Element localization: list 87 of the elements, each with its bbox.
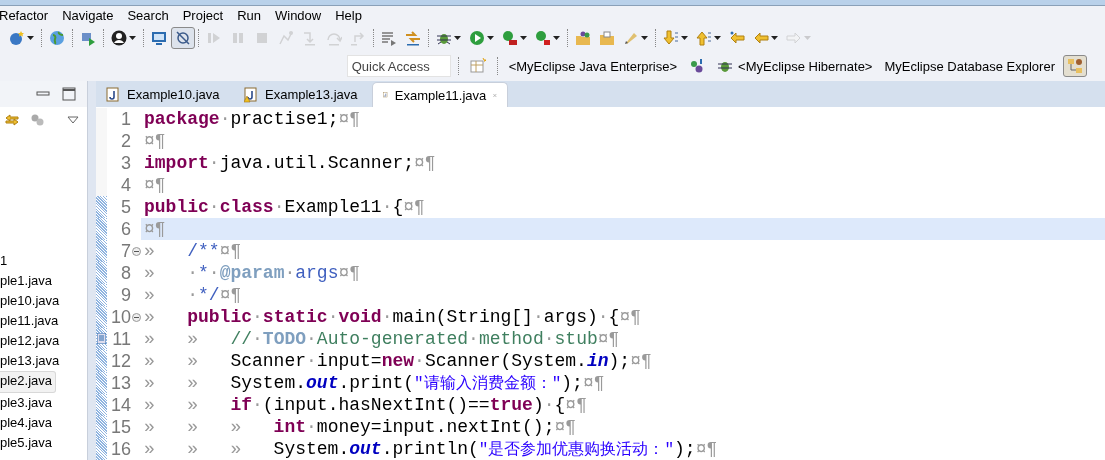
tree-item[interactable]: ple1.java: [0, 271, 56, 291]
lines-icon: [381, 30, 397, 46]
step-return-icon: [350, 30, 366, 46]
link-editor-icon: [4, 112, 20, 128]
menu-item[interactable]: Run: [237, 8, 261, 23]
code-line: » ·*·@param·args¤¶: [143, 262, 362, 284]
tree-item[interactable]: ple13.java: [0, 351, 63, 371]
editor-tab[interactable]: Example11.java: [372, 82, 508, 107]
caret-icon: [454, 36, 461, 40]
tree-item[interactable]: ple3.java: [0, 393, 56, 413]
caret-icon: [771, 36, 778, 40]
menu-item[interactable]: Navigate: [62, 8, 114, 23]
server-icon: [535, 30, 551, 46]
java-file-icon: [106, 86, 120, 103]
code-line: » ·*/¤¶: [143, 284, 243, 306]
run-icon: [469, 30, 485, 46]
circles-icon: [30, 112, 46, 128]
code-line: » public·static·void·main(String[]·args)·{¤¶: [143, 306, 642, 328]
forward-arrow-icon: [786, 30, 802, 46]
tree-item[interactable]: ple4.java: [0, 413, 56, 433]
database-explorer-icon: [1067, 58, 1083, 74]
collapse-icon[interactable]: [131, 246, 141, 256]
tree-item[interactable]: 1: [0, 251, 11, 271]
caret-icon: [714, 36, 721, 40]
editor-tab[interactable]: Example13.java: [234, 82, 372, 107]
pause-icon: [230, 30, 246, 46]
code-line: » /**¤¶: [143, 240, 243, 262]
tree-item[interactable]: ple11.java: [0, 311, 62, 331]
tree-item[interactable]: ple5.java: [0, 433, 56, 453]
code-line: package·practise1;¤¶: [143, 108, 362, 130]
skip-breakpoints-icon: [175, 30, 191, 46]
tree-item[interactable]: ple12.java: [0, 331, 63, 351]
folder-icon: [599, 30, 615, 46]
caret-icon: [804, 36, 811, 40]
code-line: import·java.util.Scanner;¤¶: [143, 152, 437, 174]
code-line: » » System.out.print("请输入消费金额：");¤¶: [143, 372, 606, 394]
menu-item[interactable]: Window: [275, 8, 322, 23]
code-line: ¤¶: [143, 130, 167, 152]
resume-icon: [206, 30, 222, 46]
caret-icon: [520, 36, 527, 40]
perspective-button[interactable]: MyEclipse Database Explorer: [880, 55, 1059, 77]
perspective-button[interactable]: <MyEclipse Hibernate>: [713, 55, 877, 77]
person-icon: [111, 30, 127, 46]
back-arrow-icon: [729, 30, 745, 46]
caret-icon: [487, 36, 494, 40]
code-line: » » if·(input.hasNextInt()==true)·{¤¶: [143, 394, 588, 416]
new-wizard-icon: [9, 30, 25, 46]
tree-item[interactable]: ple10.java: [0, 291, 63, 311]
step-over-icon: [326, 30, 342, 46]
caret-icon: [129, 36, 136, 40]
quick-access-field[interactable]: Quick Access: [346, 55, 451, 77]
code-line: public·class·Example11·{¤¶: [143, 196, 426, 218]
caret-icon: [681, 36, 688, 40]
menu-item[interactable]: Refactor: [0, 8, 49, 23]
back-arrow-icon: [753, 30, 769, 46]
caret-icon: [641, 36, 648, 40]
code-line: » » » int·money=input.nextInt();¤¶: [143, 416, 578, 438]
disconnect-icon: [278, 30, 294, 46]
maximize-icon: [61, 86, 77, 102]
perspective-button[interactable]: <MyEclipse Java Enterprise>: [504, 55, 682, 77]
view-menu-icon[interactable]: [67, 116, 79, 124]
code-line: » » » System.out.println("是否参加优惠购换活动：");¤¶: [143, 438, 719, 460]
table-icon: [469, 58, 486, 74]
menu-item[interactable]: Project: [182, 8, 224, 23]
code-line: » » Scanner·input=new·Scanner(System.in);¤¶: [143, 350, 653, 372]
tree-item[interactable]: ple2.java: [0, 371, 57, 393]
stop-icon: [254, 30, 270, 46]
menu-item[interactable]: Search: [127, 8, 169, 23]
server-icon: [502, 30, 518, 46]
deploy-icon: [80, 30, 96, 46]
menu-item[interactable]: Help: [335, 8, 362, 23]
up-arrow-icon: [696, 30, 712, 46]
step-into-icon: [302, 30, 318, 46]
editor-tab[interactable]: Example10.java: [96, 82, 234, 107]
step-filter-icon: [405, 30, 421, 46]
globe-icon: [49, 30, 65, 46]
pen-icon: [623, 30, 639, 46]
monitor-icon: [151, 30, 167, 46]
perspective-button[interactable]: [1063, 55, 1087, 77]
folder-icon: [575, 30, 591, 46]
java-file-warning-icon: [244, 86, 258, 103]
down-arrow-icon: [663, 30, 679, 46]
code-line: » » //·TODO·Auto-generated·method·stub¤¶: [143, 328, 621, 350]
caret-icon: [553, 36, 560, 40]
caret-icon: [27, 36, 34, 40]
code-line: ¤¶: [143, 174, 167, 196]
collapse-icon[interactable]: [131, 312, 141, 322]
